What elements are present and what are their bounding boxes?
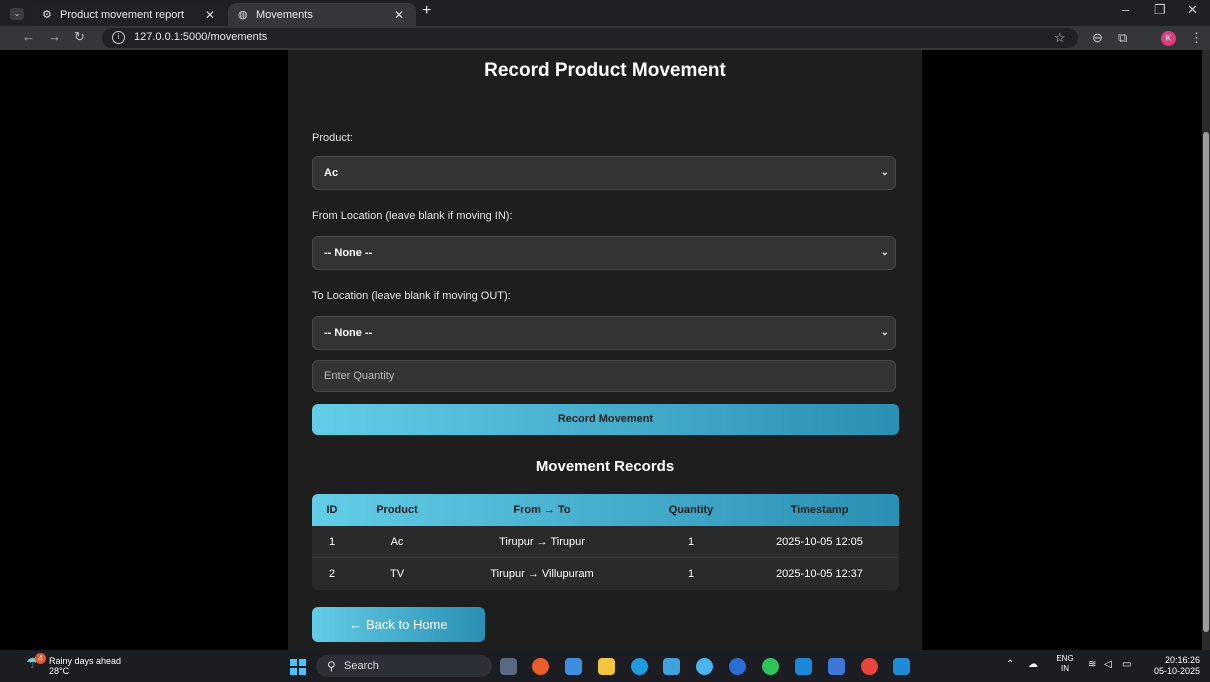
product-label: Product: — [312, 132, 353, 144]
close-tab-icon[interactable]: ✕ — [394, 3, 404, 27]
new-tab-button[interactable]: + — [422, 2, 431, 20]
weather-badge: 4 — [35, 653, 46, 664]
menu-kebab-icon[interactable]: ⋮ — [1190, 30, 1203, 46]
to-location-select[interactable]: -- None -- ⌄ — [312, 316, 896, 350]
close-window-icon[interactable]: ✕ — [1187, 2, 1198, 18]
search-label: Search — [344, 660, 379, 672]
address-url[interactable]: 127.0.0.1:5000/movements — [134, 31, 267, 43]
tray-overflow-icon[interactable]: ⌃ — [1006, 659, 1014, 670]
bookmark-star-icon[interactable]: ☆ — [1054, 30, 1066, 46]
from-location-select[interactable]: -- None -- ⌄ — [312, 236, 896, 270]
header-product: Product — [376, 504, 418, 516]
cell-product: Ac — [390, 536, 404, 548]
windows-taskbar: ☂ 4 Rainy days ahead 28°C ⚲ Search ⌃ ☁ E… — [0, 650, 1210, 682]
cell-id: 2 — [328, 568, 336, 580]
browser-tab-bar: ⌄ ⚙ Product movement report ✕ ◍ Movement… — [0, 0, 1210, 50]
task-view-icon[interactable] — [500, 658, 517, 675]
table-row: 2 TV Tirupur → Villupuram 1 2025-10-05 1… — [312, 558, 899, 590]
weather-text: Rainy days ahead — [49, 656, 122, 666]
tab-title: Product movement report — [60, 9, 185, 21]
search-icon: ⚲ — [327, 659, 336, 673]
app-icon-blue[interactable] — [696, 658, 713, 675]
reload-icon[interactable]: ↻ — [74, 29, 85, 45]
movement-records-title: Movement Records — [535, 458, 675, 475]
store-icon[interactable] — [663, 658, 680, 675]
page-title: Record Product Movement — [484, 60, 726, 81]
system-clock[interactable]: 20:16:26 05-10-2025 — [1150, 655, 1200, 677]
file-explorer-icon[interactable] — [598, 658, 615, 675]
back-icon[interactable]: ← — [22, 29, 35, 44]
close-tab-icon[interactable]: ✕ — [205, 3, 215, 27]
wifi-icon[interactable]: ≋ — [1088, 659, 1096, 670]
from-location-value: -- None -- — [324, 247, 373, 259]
scrollbar-thumb[interactable] — [1203, 132, 1209, 632]
to-location-label: To Location (leave blank if moving OUT): — [312, 290, 511, 302]
chevron-down-icon: ⌄ — [880, 167, 889, 178]
header-from-to: From → To — [513, 504, 571, 516]
minimize-icon[interactable]: – — [1122, 2, 1129, 17]
lang-code: ENG — [1056, 654, 1074, 663]
header-quantity: Quantity — [668, 504, 714, 516]
gear-icon: ⚙ — [42, 9, 52, 21]
volume-icon[interactable]: ◁ — [1104, 659, 1112, 670]
table-row: 1 Ac Tirupur → Tirupur 1 2025-10-05 12:0… — [312, 526, 899, 558]
tab-search-icon[interactable]: ⌄ — [10, 8, 24, 20]
cell-from-to: Tirupur → Villupuram — [490, 568, 594, 580]
product-select[interactable]: Ac ⌄ — [312, 156, 896, 190]
movement-records-table: ID Product From → To Quantity Timestamp … — [312, 494, 899, 590]
header-id: ID — [326, 504, 338, 516]
from-location-label: From Location (leave blank if moving IN)… — [312, 210, 513, 222]
cell-quantity: 1 — [687, 568, 695, 580]
cell-from-to: Tirupur → Tirupur — [499, 536, 585, 548]
tab-strip: ⌄ ⚙ Product movement report ✕ ◍ Movement… — [0, 0, 1210, 29]
whatsapp-icon[interactable] — [762, 658, 779, 675]
cell-timestamp: 2025-10-05 12:05 — [776, 536, 863, 548]
browser-toolbar: ← → ↻ i 127.0.0.1:5000/movements ☆ ⊖ ⧉ K… — [0, 26, 1210, 50]
chrome-icon[interactable] — [861, 658, 878, 675]
edge-icon[interactable] — [631, 658, 648, 675]
battery-icon[interactable]: ▭ — [1122, 659, 1131, 670]
lang-region: IN — [1061, 664, 1069, 673]
product-select-value: Ac — [324, 167, 339, 179]
app-icon-copilot[interactable] — [565, 658, 582, 675]
vscode-icon[interactable] — [893, 658, 910, 675]
site-info-icon[interactable]: i — [112, 31, 125, 44]
weather-temp: 28°C — [49, 666, 70, 676]
notepad-icon[interactable] — [828, 658, 845, 675]
cell-id: 1 — [328, 536, 336, 548]
quantity-input[interactable]: Enter Quantity — [312, 360, 896, 392]
extension-icon[interactable]: ⊖ — [1092, 30, 1103, 46]
chevron-down-icon: ⌄ — [880, 327, 889, 338]
taskbar-search[interactable]: ⚲ Search — [316, 655, 492, 677]
back-to-home-button[interactable]: ← Back to Home — [312, 607, 485, 642]
cell-quantity: 1 — [687, 536, 695, 548]
app-icon-photos[interactable] — [795, 658, 812, 675]
clock-date: 05-10-2025 — [1153, 666, 1200, 676]
address-bar[interactable]: i 127.0.0.1:5000/movements — [102, 28, 1078, 48]
to-location-value: -- None -- — [324, 327, 373, 339]
cell-product: TV — [389, 568, 405, 580]
clock-time: 20:16:26 — [1164, 655, 1200, 665]
cell-timestamp: 2025-10-05 12:37 — [776, 568, 863, 580]
globe-icon: ◍ — [238, 9, 248, 21]
windows-start-icon[interactable] — [290, 659, 306, 675]
record-movement-button[interactable]: Record Movement — [312, 404, 899, 435]
movement-form-card: Record Product Movement Product: Ac ⌄ Fr… — [288, 50, 922, 650]
table-header: ID Product From → To Quantity Timestamp — [312, 494, 899, 526]
onedrive-icon[interactable]: ☁ — [1028, 659, 1038, 670]
language-indicator[interactable]: ENG IN — [1055, 654, 1075, 674]
hp-icon[interactable] — [729, 658, 746, 675]
forward-icon[interactable]: → — [48, 29, 61, 44]
profile-avatar[interactable]: K — [1161, 31, 1176, 46]
page-viewport: Record Product Movement Product: Ac ⌄ Fr… — [0, 50, 1210, 650]
app-icon-orange[interactable] — [532, 658, 549, 675]
header-timestamp: Timestamp — [790, 504, 849, 516]
restore-icon[interactable]: ❐ — [1154, 2, 1166, 18]
puzzle-icon[interactable]: ⧉ — [1118, 30, 1127, 46]
weather-widget[interactable]: Rainy days ahead 28°C — [49, 656, 121, 676]
chevron-down-icon: ⌄ — [880, 247, 889, 258]
tab-title: Movements — [256, 9, 313, 21]
